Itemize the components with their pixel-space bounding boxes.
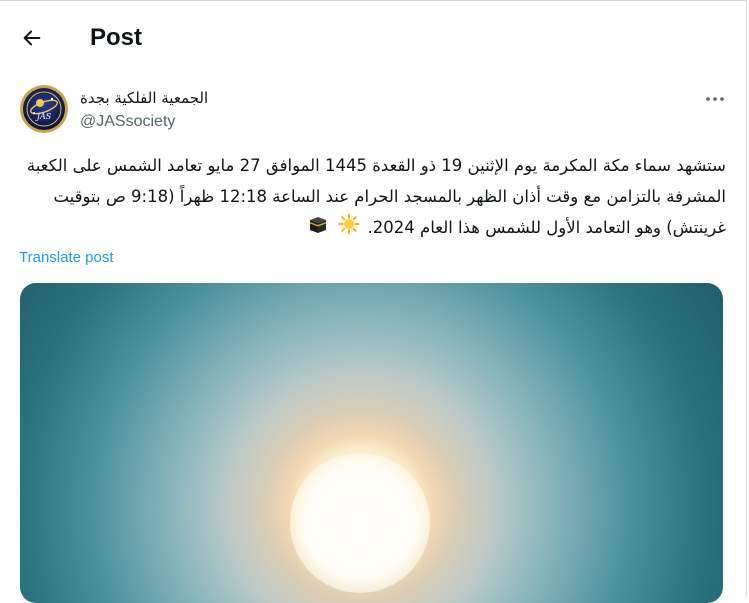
kaaba-icon: [307, 213, 329, 245]
back-arrow-icon: [23, 30, 41, 46]
sun-icon: [338, 213, 360, 245]
page-header: Post: [0, 0, 740, 74]
post-body: ستشهد سماء مكة المكرمة يوم الإثنين 19 ذو…: [20, 150, 726, 245]
author-display-name[interactable]: الجمعية الفلكية بجدة: [80, 89, 208, 107]
sun-glow: [290, 453, 430, 593]
post-media-image[interactable]: [20, 283, 723, 603]
page-title: Post: [90, 24, 143, 51]
back-button[interactable]: [12, 18, 52, 58]
jas-logo-icon: JAS: [20, 85, 68, 133]
avatar[interactable]: JAS: [20, 85, 68, 133]
translate-post-link[interactable]: Translate post: [19, 249, 114, 267]
post-author: JAS الجمعية الفلكية بجدة @JASsociety: [20, 85, 730, 137]
post-text: ستشهد سماء مكة المكرمة يوم الإثنين 19 ذو…: [26, 156, 726, 237]
svg-text:JAS: JAS: [35, 112, 52, 121]
more-dots-icon: [706, 97, 724, 101]
author-handle[interactable]: @JASsociety: [80, 112, 175, 132]
more-options-button[interactable]: [700, 87, 730, 111]
